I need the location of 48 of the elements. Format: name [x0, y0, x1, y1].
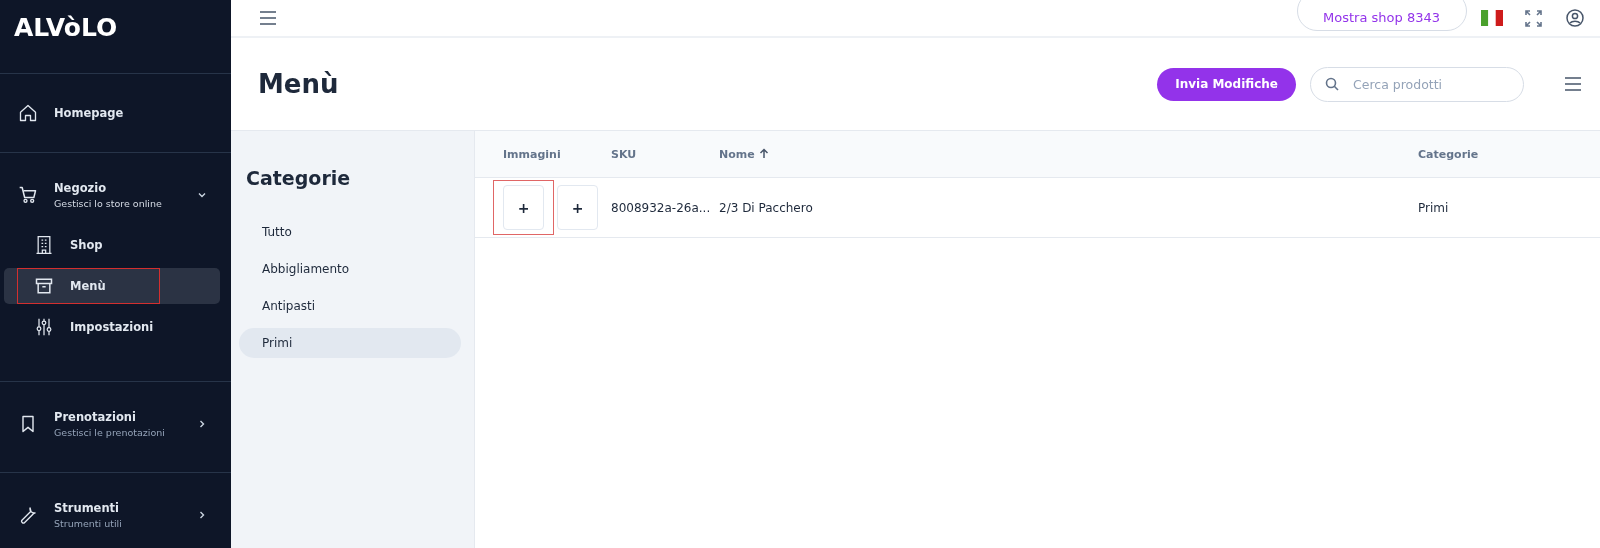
- column-header[interactable]: Nome: [719, 147, 769, 161]
- italian-flag-icon[interactable]: [1481, 10, 1503, 26]
- wrench-icon: [18, 505, 38, 525]
- show-shop-button[interactable]: Mostra shop 8343: [1297, 0, 1467, 31]
- chevron-icon: [197, 510, 207, 520]
- column-header[interactable]: SKU: [611, 147, 637, 161]
- user-icon[interactable]: [1566, 9, 1584, 27]
- table-cell: 2/3 Di Pacchero: [719, 200, 813, 215]
- search-icon: [1325, 77, 1339, 91]
- page-title: Menù: [258, 69, 339, 99]
- nav-subitem[interactable]: Shop: [4, 227, 220, 263]
- sort-arrow-icon: [758, 147, 769, 159]
- add-image-button[interactable]: +: [503, 185, 544, 230]
- nav-label: Prenotazioni: [54, 410, 137, 424]
- nav-subtitle: Strumenti utili: [54, 518, 122, 529]
- nav-group[interactable]: Strumenti Strumenti utili: [0, 501, 231, 529]
- nav-group[interactable]: Prenotazioni Gestisci le prenotazioni: [0, 410, 231, 438]
- menu-icon[interactable]: [1564, 77, 1582, 91]
- logo[interactable]: ALVòLO: [14, 13, 118, 42]
- category-item[interactable]: Primi: [239, 328, 461, 358]
- column-header[interactable]: Categorie: [1418, 147, 1479, 161]
- archive-box-icon: [34, 276, 54, 296]
- add-image-button[interactable]: +: [557, 185, 598, 230]
- category-item[interactable]: Tutto: [239, 217, 461, 247]
- fullscreen-icon[interactable]: [1525, 9, 1542, 27]
- categories-title: Categorie: [246, 167, 352, 189]
- cart-icon: [18, 185, 38, 205]
- nav-subitem[interactable]: Impostazioni: [4, 309, 220, 345]
- nav-subitem[interactable]: Menù: [4, 268, 220, 304]
- nav-item[interactable]: Homepage: [0, 103, 142, 123]
- home-icon: [18, 103, 38, 123]
- table-cell: Primi: [1418, 200, 1449, 215]
- column-header[interactable]: Immagini: [503, 147, 561, 161]
- search-input[interactable]: Cerca prodotti: [1351, 75, 1495, 93]
- category-item[interactable]: Antipasti: [239, 291, 461, 321]
- nav-subtitle: Gestisci le prenotazioni: [54, 427, 165, 438]
- sliders-icon: [34, 317, 54, 337]
- table-cell: 8008932a-26a...: [611, 200, 711, 215]
- building-icon: [34, 235, 54, 255]
- submit-changes-button[interactable]: Invia Modifiche: [1157, 67, 1296, 101]
- nav-group[interactable]: Negozio Gestisci lo store online: [0, 181, 231, 209]
- menu-icon[interactable]: [259, 11, 277, 25]
- category-item[interactable]: Abbigliamento: [239, 254, 461, 284]
- nav-label: Strumenti: [54, 501, 121, 515]
- nav-label: Negozio: [54, 181, 108, 195]
- chevron-icon: [197, 190, 207, 200]
- nav-subtitle: Gestisci lo store online: [54, 198, 162, 209]
- chevron-icon: [197, 419, 207, 429]
